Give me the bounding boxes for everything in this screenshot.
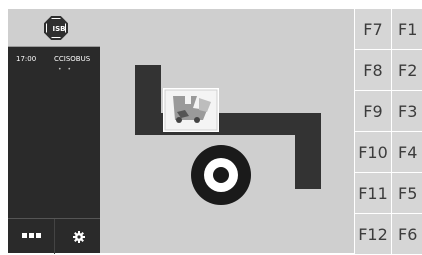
softkey-bar: F7 F8 F9 F10 F11 F12 F1 F2 F3 F4 F5 F6 — [354, 9, 422, 255]
isb-button[interactable]: ISB — [8, 9, 100, 47]
softkey-f3[interactable]: F3 — [391, 91, 422, 132]
sidebar-bottom-bar — [8, 218, 100, 254]
gear-icon — [73, 231, 85, 243]
settings-button[interactable] — [54, 219, 100, 254]
softkey-f10[interactable]: F10 — [354, 132, 391, 173]
vt-status-row[interactable]: 17:00 CCISOBUS • • — [8, 55, 100, 73]
softkey-f9[interactable]: F9 — [354, 91, 391, 132]
vt-name: CCISOBUS — [54, 55, 91, 63]
softkey-f11[interactable]: F11 — [354, 173, 391, 214]
more-dots-icon — [22, 233, 41, 238]
implement-image-icon[interactable] — [163, 88, 219, 132]
softkey-f4[interactable]: F4 — [391, 132, 422, 173]
vt-indicator: • • — [58, 66, 73, 73]
clock: 17:00 — [16, 55, 37, 63]
softkey-f5[interactable]: F5 — [391, 173, 422, 214]
softkey-f1[interactable]: F1 — [391, 9, 422, 50]
sidebar: ISB 17:00 CCISOBUS • • — [8, 9, 100, 254]
isb-label: ISB — [52, 25, 66, 33]
softkey-f6[interactable]: F6 — [391, 214, 422, 255]
softkey-f7[interactable]: F7 — [354, 9, 391, 50]
more-button[interactable] — [8, 219, 54, 254]
isb-icon: ISB — [44, 16, 68, 40]
main-data-mask — [100, 9, 354, 253]
softkey-f12[interactable]: F12 — [354, 214, 391, 255]
softkey-f2[interactable]: F2 — [391, 50, 422, 91]
uttt-screen: ISB 17:00 CCISOBUS • • F7 F8 F9 F10 F11 … — [0, 0, 422, 255]
softkey-f8[interactable]: F8 — [354, 50, 391, 91]
tractor-implement-logo — [135, 65, 321, 205]
